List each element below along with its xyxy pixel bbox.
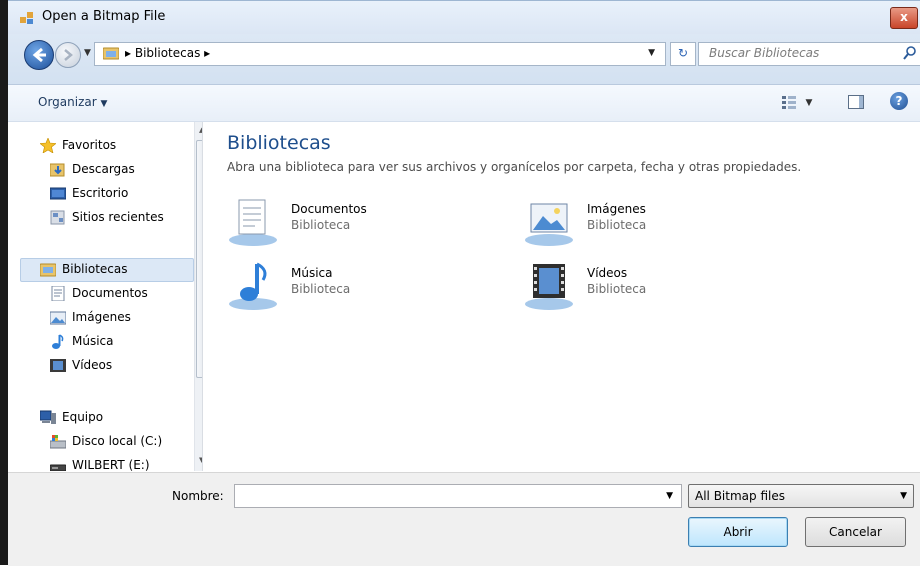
view-dropdown-icon[interactable]: ▼ [806, 98, 813, 108]
nav-label: Equipo [62, 410, 104, 424]
downloads-folder-icon [50, 163, 65, 177]
help-button[interactable]: ? [890, 92, 908, 110]
nav-label: Disco local (C:) [72, 434, 163, 448]
library-type: Biblioteca [587, 282, 647, 296]
refresh-icon: ↻ [677, 46, 689, 60]
nav-label: Sitios recientes [72, 210, 164, 224]
library-name: Vídeos [587, 266, 628, 280]
nav-label: Imágenes [72, 310, 131, 324]
search-icon[interactable] [903, 46, 917, 60]
refresh-button[interactable]: ↻ [670, 42, 696, 66]
nav-label: Descargas [72, 162, 135, 176]
recent-pages-dropdown-icon[interactable]: ▼ [84, 48, 91, 58]
breadcrumb[interactable]: ▸ Bibliotecas ▸ [125, 46, 210, 60]
desktop-icon [50, 187, 66, 200]
library-name: Documentos [291, 202, 367, 216]
address-row: ▼ ▸ Bibliotecas ▸ ▼ ↻ Buscar Bibliotecas [8, 34, 920, 85]
chevron-down-icon: ▼ [900, 491, 907, 501]
library-name: Música [291, 266, 333, 280]
page-title: Bibliotecas [227, 132, 331, 154]
search-box[interactable]: Buscar Bibliotecas [698, 42, 920, 66]
local-disk-icon [50, 435, 66, 449]
search-input[interactable]: Buscar Bibliotecas [709, 46, 819, 60]
close-button[interactable]: x [890, 7, 918, 29]
library-type: Biblioteca [291, 282, 351, 296]
star-icon [40, 138, 56, 153]
file-type-value: All Bitmap files [695, 489, 785, 503]
nav-scrollbar[interactable]: ▲ ▼ [194, 122, 202, 471]
nav-label: Música [72, 334, 114, 348]
preview-pane-button[interactable] [848, 95, 864, 109]
file-name-panel: Nombre: ▼ All Bitmap files ▼ Abrir Cance… [8, 472, 920, 566]
open-button[interactable]: Abrir [688, 517, 788, 547]
pictures-icon [50, 311, 66, 325]
file-name-input[interactable]: ▼ [234, 484, 682, 508]
videos-library-icon [525, 264, 573, 310]
address-dropdown-icon[interactable]: ▼ [648, 48, 655, 58]
chevron-down-icon: ▼ [100, 99, 108, 109]
library-type: Biblioteca [291, 218, 351, 232]
forward-arrow-icon [64, 49, 73, 61]
nav-label: Escritorio [72, 186, 129, 200]
back-button[interactable] [24, 40, 54, 70]
navigation-pane: Favoritos Descargas Escritorio Sitios re… [8, 122, 203, 471]
organize-menu[interactable]: Organizar ▼ [38, 95, 107, 109]
library-tile-documents[interactable]: Documentos Biblioteca [227, 196, 487, 252]
libraries-folder-icon [103, 47, 119, 60]
app-icon [20, 12, 33, 24]
file-type-select[interactable]: All Bitmap files ▼ [688, 484, 914, 508]
file-name-dropdown-icon[interactable]: ▼ [666, 491, 673, 501]
command-bar: Organizar ▼ ▼ ? [8, 85, 920, 122]
page-subtitle: Abra una biblioteca para ver sus archivo… [227, 160, 802, 174]
pictures-library-icon [525, 203, 573, 246]
music-library-icon [229, 262, 277, 310]
change-view-button[interactable]: ▼ [782, 95, 822, 111]
documents-icon [51, 286, 65, 301]
organize-label: Organizar [38, 95, 97, 109]
cancel-button[interactable]: Cancelar [805, 517, 906, 547]
libraries-icon [40, 263, 56, 277]
nav-label: Favoritos [62, 138, 117, 152]
address-box[interactable]: ▸ Bibliotecas ▸ ▼ [94, 42, 666, 66]
scroll-thumb[interactable] [196, 140, 202, 378]
documents-library-icon [229, 199, 277, 246]
library-tile-videos[interactable]: Vídeos Biblioteca [523, 260, 783, 316]
recent-places-icon [50, 210, 65, 225]
library-name: Imágenes [587, 202, 646, 216]
nav-label: Vídeos [72, 358, 113, 372]
forward-button[interactable] [55, 42, 81, 68]
nav-label: Documentos [72, 286, 148, 300]
computer-icon [40, 410, 56, 424]
breadcrumb-libraries[interactable]: Bibliotecas [135, 46, 200, 60]
library-tile-music[interactable]: Música Biblioteca [227, 260, 487, 316]
content-pane: Bibliotecas Abra una biblioteca para ver… [203, 122, 920, 471]
back-arrow-icon [32, 47, 46, 63]
videos-icon [50, 359, 66, 372]
view-icon [782, 96, 796, 109]
music-icon [52, 334, 64, 349]
removable-drive-icon [50, 464, 66, 471]
library-tile-pictures[interactable]: Imágenes Biblioteca [523, 196, 783, 252]
title-bar: Open a Bitmap File x [8, 0, 920, 35]
window-title: Open a Bitmap File [42, 9, 166, 24]
file-name-label: Nombre: [172, 489, 224, 503]
library-type: Biblioteca [587, 218, 647, 232]
nav-label: Bibliotecas [62, 262, 128, 276]
nav-label: WILBERT (E:) [72, 458, 150, 471]
